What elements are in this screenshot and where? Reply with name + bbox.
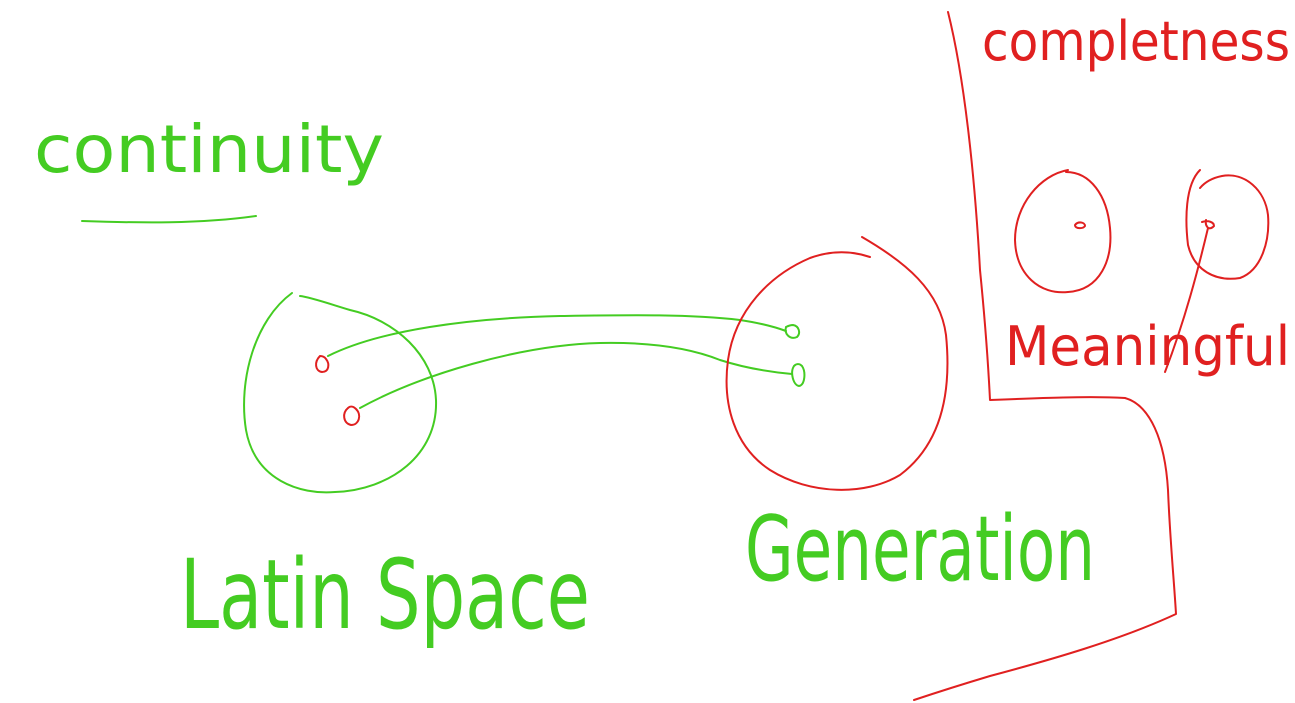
whiteboard-canvas: continuity Latin Space Generation comple… xyxy=(34,10,1290,701)
completeness-dot xyxy=(1074,221,1086,230)
generation-point-2 xyxy=(791,363,806,387)
continuity-underline xyxy=(81,215,257,224)
latent-space-circle xyxy=(243,292,438,494)
generation-circle xyxy=(725,236,949,491)
completeness-label: completness xyxy=(982,10,1290,73)
generation-label: Generation xyxy=(745,497,1095,602)
mapping-line-1 xyxy=(327,314,787,357)
latent-space-label: Latin Space xyxy=(180,539,590,651)
continuity-label: continuity xyxy=(34,111,384,188)
completeness-circle-1 xyxy=(1014,169,1112,294)
generation-point-1 xyxy=(784,324,801,339)
meaningful-label: Meaningful xyxy=(1005,315,1290,378)
latent-point-1 xyxy=(315,355,330,373)
latent-point-2 xyxy=(343,405,361,426)
